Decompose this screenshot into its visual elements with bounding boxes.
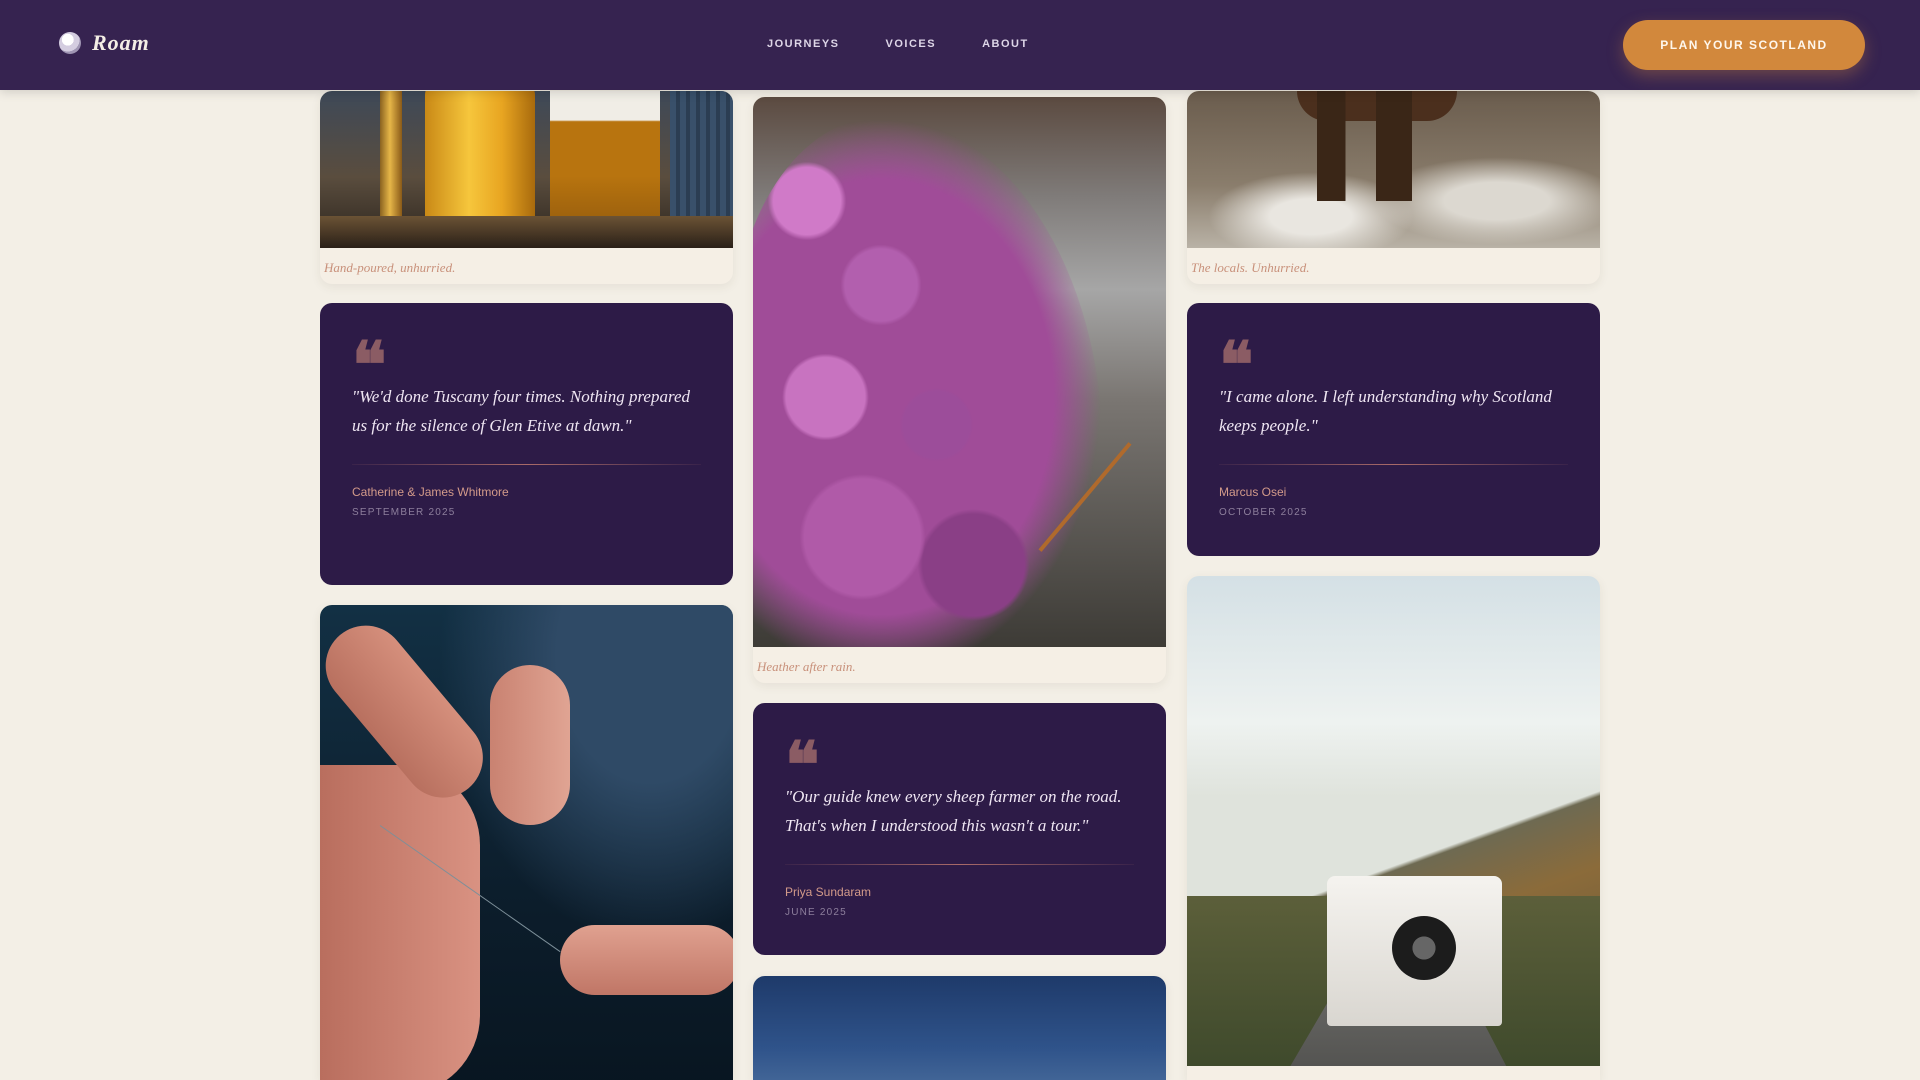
land-rover-photo: [1187, 576, 1600, 1066]
nav-link-about[interactable]: ABOUT: [982, 38, 1029, 50]
testimonial-author: Priya Sundaram: [785, 885, 872, 899]
testimonial-card: ❝ "Our guide knew every sheep farmer on …: [753, 703, 1166, 955]
testimonial-date: JUNE 2025: [785, 907, 847, 918]
divider: [785, 864, 1134, 865]
nav-link-voices[interactable]: VOICES: [886, 38, 937, 50]
nav-link-journeys[interactable]: JOURNEYS: [767, 38, 840, 50]
testimonial-date: SEPTEMBER 2025: [352, 507, 456, 518]
testimonial-quote: "We'd done Tuscany four times. Nothing p…: [352, 387, 691, 435]
photo-card-heather[interactable]: Heather after rain.: [753, 97, 1166, 683]
testimonial-date: OCTOBER 2025: [1219, 507, 1308, 518]
nav-links: JOURNEYS VOICES ABOUT: [767, 38, 1029, 50]
testimonial-quote: "I came alone. I left understanding why …: [1219, 387, 1552, 435]
testimonial-author: Marcus Osei: [1219, 485, 1287, 499]
plan-your-scotland-button[interactable]: PLAN YOUR SCOTLAND: [1623, 20, 1865, 70]
quote-icon: ❝: [785, 734, 820, 774]
whisky-photo: [320, 91, 733, 248]
quote-icon: ❝: [352, 334, 387, 374]
divider: [1219, 464, 1568, 465]
quote-icon: ❝: [1219, 334, 1254, 374]
photo-card-highland-cow[interactable]: The locals. Unhurried.: [1187, 91, 1600, 284]
testimonial-author: Catherine & James Whitmore: [352, 485, 509, 499]
highland-cow-photo: [1187, 91, 1600, 248]
heather-photo: [753, 97, 1166, 647]
testimonial-card: ❝ "I came alone. I left understanding wh…: [1187, 303, 1600, 556]
photo-card-land-rover[interactable]: [1187, 576, 1600, 1080]
divider: [352, 464, 701, 465]
photo-caption: Hand-poured, unhurried.: [324, 260, 456, 275]
photo-card-whisky[interactable]: Hand-poured, unhurried.: [320, 91, 733, 284]
brand-name: Roam: [92, 30, 150, 55]
photo-caption: The locals. Unhurried.: [1191, 260, 1310, 275]
brand-logo-link[interactable]: Roam: [59, 30, 150, 56]
photo-caption: Heather after rain.: [757, 659, 856, 674]
testimonial-quote: "Our guide knew every sheep farmer on th…: [785, 787, 1122, 835]
photo-card-sky[interactable]: [753, 976, 1166, 1080]
evening-sky-photo: [753, 976, 1166, 1080]
top-nav: Roam JOURNEYS VOICES ABOUT PLAN YOUR SCO…: [0, 0, 1920, 90]
fly-tying-hands-photo: [320, 605, 733, 1080]
testimonial-card: ❝ "We'd done Tuscany four times. Nothing…: [320, 303, 733, 585]
photo-card-fly-tying[interactable]: [320, 605, 733, 1080]
globe-icon: [59, 32, 81, 54]
